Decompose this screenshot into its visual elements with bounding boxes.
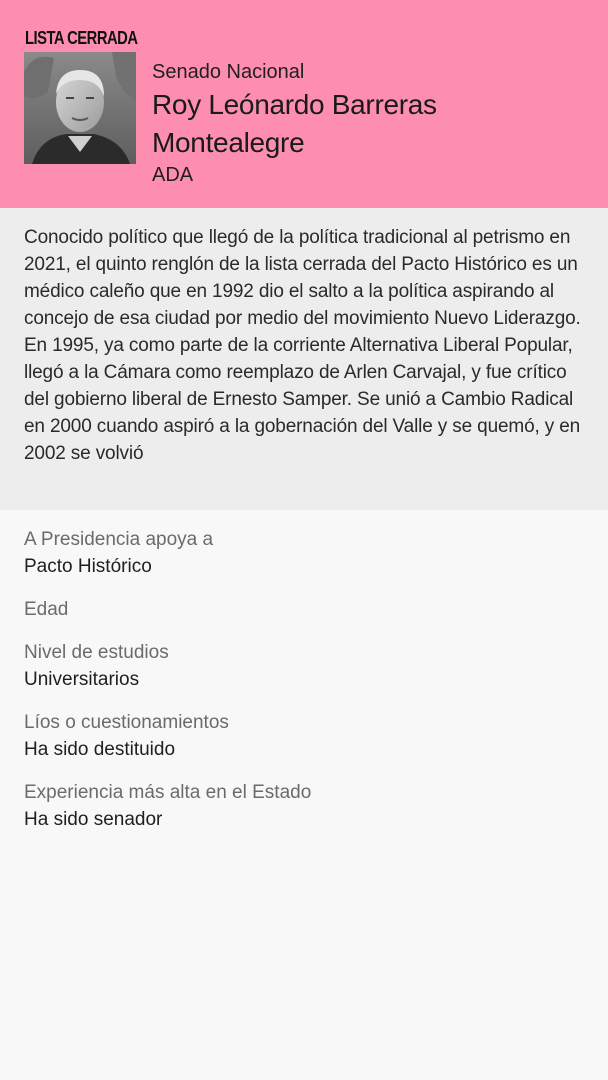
fact-label: A Presidencia apoya a	[24, 529, 214, 550]
list-type-label: LISTA CERRADA	[25, 28, 138, 48]
candidate-card: LISTA CERRADA Senado Nacional Roy Leónar…	[0, 0, 608, 1080]
candidate-photo	[24, 52, 136, 164]
fact-label: Nivel de estudios	[24, 642, 169, 663]
fact-value: Universitarios	[24, 669, 140, 690]
fact-label: Experiencia más alta en el Estado	[24, 782, 312, 803]
party-label: ADA	[152, 164, 194, 186]
fact-value: Ha sido senador	[24, 809, 163, 830]
fact-controversies: Líos o cuestionamientos Ha sido destitui…	[24, 709, 584, 763]
candidate-info: Senado Nacional Roy Leónardo Barreras Mo…	[152, 60, 592, 188]
fact-highest-experience: Experiencia más alta en el Estado Ha sid…	[24, 779, 584, 833]
fact-value: Pacto Histórico	[24, 556, 152, 577]
candidate-header: LISTA CERRADA Senado Nacional Roy Leónar…	[0, 0, 608, 208]
facts-list: A Presidencia apoya a Pacto Histórico Ed…	[24, 526, 584, 849]
fact-label: Líos o cuestionamientos	[24, 712, 229, 733]
chamber-label: Senado Nacional	[152, 61, 305, 83]
fact-label: Edad	[24, 599, 69, 620]
fact-presidential-support: A Presidencia apoya a Pacto Histórico	[24, 526, 584, 580]
fact-value: Ha sido destituido	[24, 739, 176, 760]
bio-section: Conocido político que llegó de la políti…	[0, 208, 608, 510]
candidate-name: Roy Leónardo Barreras Montealegre	[152, 89, 437, 158]
fact-education: Nivel de estudios Universitarios	[24, 639, 584, 693]
fact-age: Edad	[24, 596, 584, 623]
bio-text: Conocido político que llegó de la políti…	[24, 227, 581, 464]
